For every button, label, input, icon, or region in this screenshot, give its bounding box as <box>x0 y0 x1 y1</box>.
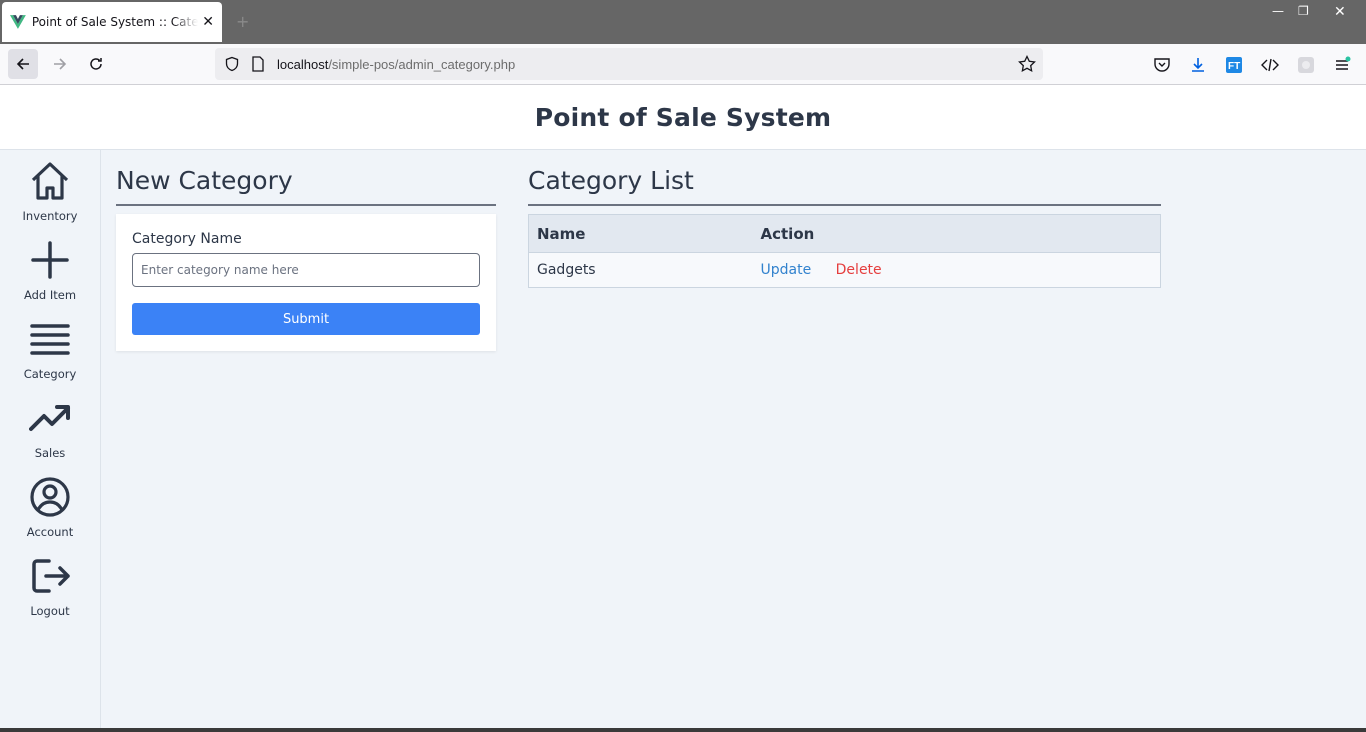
trending-up-icon <box>29 405 70 431</box>
app-header: Point of Sale System <box>0 85 1366 150</box>
sidebar-label: Sales <box>34 446 66 460</box>
sidebar: Inventory Add Item Category Sales Accoun… <box>0 150 101 728</box>
download-icon[interactable] <box>1188 55 1208 75</box>
back-button[interactable] <box>8 49 38 79</box>
sidebar-label: Category <box>23 367 77 381</box>
sidebar-label: Inventory <box>22 209 78 223</box>
logout-icon <box>32 559 70 593</box>
reload-icon <box>90 58 102 70</box>
category-list-title: Category List <box>528 166 694 195</box>
hamburger-menu-icon[interactable] <box>1332 55 1352 75</box>
category-name-label: Category Name <box>132 231 242 247</box>
shield-icon[interactable] <box>224 56 240 72</box>
new-category-title: New Category <box>116 166 293 195</box>
category-name-cell: Gadgets <box>528 252 753 288</box>
arrow-right-icon <box>54 58 67 70</box>
delete-link[interactable]: Delete <box>836 262 882 278</box>
sidebar-item-account[interactable]: Account <box>0 476 100 546</box>
menu-icon <box>30 324 70 355</box>
svg-text:FT: FT <box>1228 61 1240 72</box>
app-title: Point of Sale System <box>534 102 832 132</box>
url-host: localhost <box>277 56 329 72</box>
restore-icon[interactable]: ❐ <box>1298 4 1309 18</box>
column-header-name: Name <box>528 214 753 253</box>
category-table: Name Action Gadgets Update Delete <box>528 214 1161 288</box>
new-category-form: Category Name Submit <box>116 214 496 351</box>
home-icon <box>31 162 69 200</box>
forward-button[interactable] <box>45 49 75 79</box>
plus-icon <box>31 241 69 279</box>
column-header-action: Action <box>752 214 1161 253</box>
arrow-left-icon <box>16 58 29 70</box>
category-list-divider <box>528 204 1161 206</box>
tab-close-icon[interactable]: ✕ <box>202 14 214 30</box>
new-tab-button[interactable]: + <box>236 12 249 31</box>
sidebar-item-sales[interactable]: Sales <box>0 397 100 467</box>
extension-ft-icon[interactable]: FT <box>1224 55 1244 75</box>
page-icon[interactable] <box>251 56 265 72</box>
pocket-icon[interactable] <box>1152 55 1172 75</box>
url-text: localhost/simple-pos/admin_category.php <box>277 57 515 72</box>
sidebar-item-category[interactable]: Category <box>0 318 100 388</box>
taskbar <box>0 728 1366 732</box>
category-action-cell: Update Delete <box>752 252 1161 288</box>
sidebar-label: Account <box>26 525 74 539</box>
tab-title: Point of Sale System :: Category <box>31 15 199 29</box>
minimize-icon[interactable]: — <box>1272 4 1284 18</box>
close-window-icon[interactable]: ✕ <box>1334 4 1346 20</box>
url-path: /simple-pos/admin_category.php <box>328 56 516 72</box>
vue-logo-icon <box>10 15 26 29</box>
sidebar-label: Logout <box>30 604 70 618</box>
submit-button[interactable]: Submit <box>132 303 480 335</box>
extension-icon[interactable] <box>1296 55 1316 75</box>
sidebar-item-add-item[interactable]: Add Item <box>0 239 100 309</box>
star-icon[interactable] <box>1018 55 1036 73</box>
new-category-divider <box>116 204 496 206</box>
browser-navbar: localhost/simple-pos/admin_category.php … <box>0 44 1366 85</box>
table-header-row: Name Action <box>528 214 1161 253</box>
category-name-input[interactable] <box>132 253 480 287</box>
table-row: Gadgets Update Delete <box>528 252 1161 288</box>
sidebar-label: Add Item <box>23 288 77 302</box>
update-link[interactable]: Update <box>761 262 812 278</box>
user-circle-icon <box>30 477 70 517</box>
reload-button[interactable] <box>81 49 111 79</box>
sidebar-item-logout[interactable]: Logout <box>0 555 100 625</box>
browser-tab[interactable]: Point of Sale System :: Category ✕ <box>2 2 222 42</box>
browser-titlebar: Point of Sale System :: Category ✕ + — ❐… <box>0 0 1366 44</box>
code-icon[interactable] <box>1260 55 1280 75</box>
address-bar[interactable]: localhost/simple-pos/admin_category.php <box>215 48 1043 80</box>
sidebar-item-inventory[interactable]: Inventory <box>0 160 100 230</box>
